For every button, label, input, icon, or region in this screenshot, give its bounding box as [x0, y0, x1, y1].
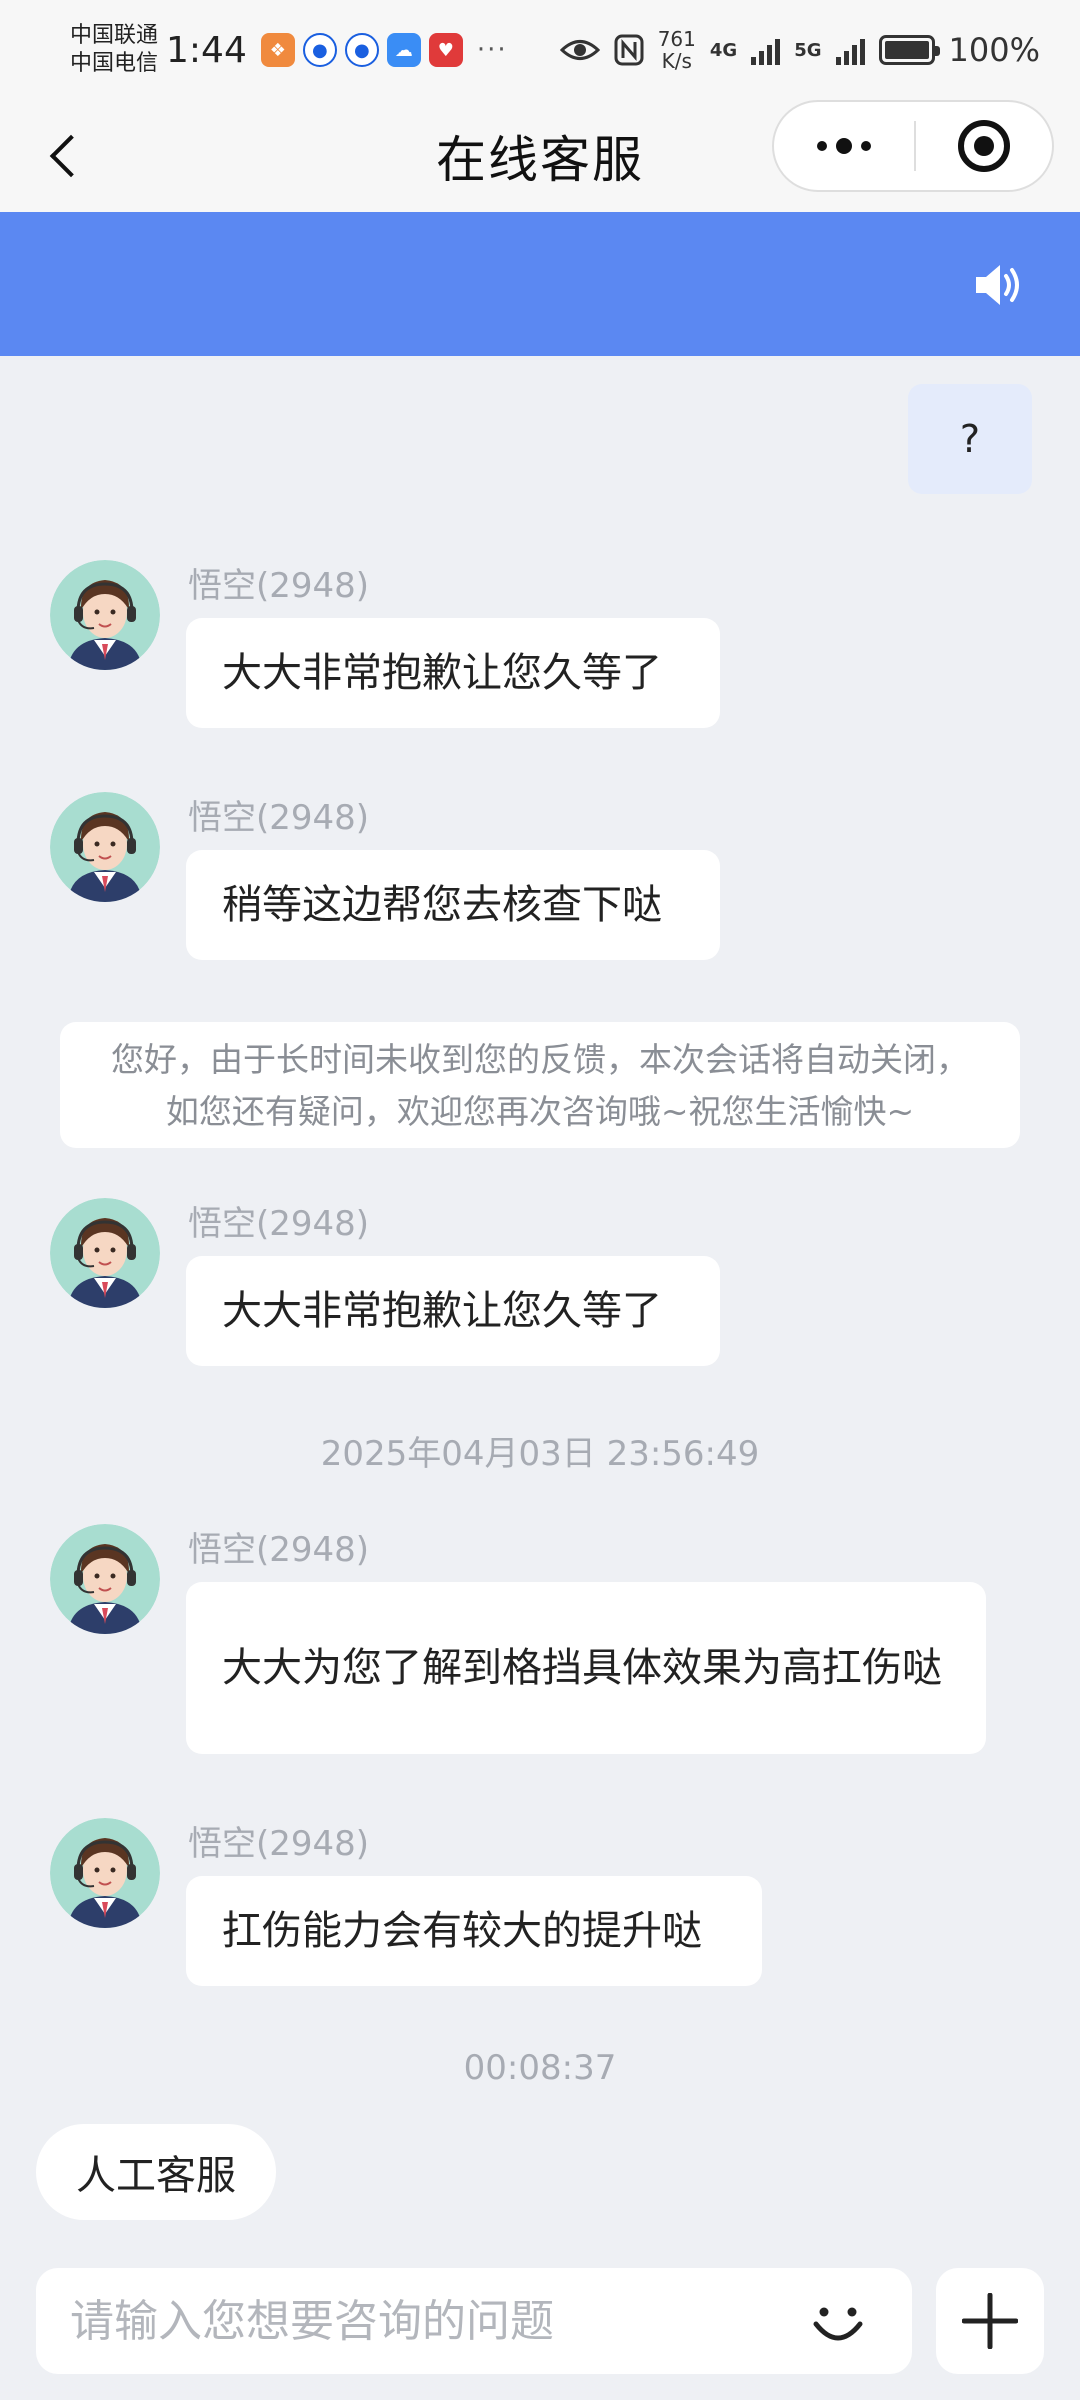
agent-message-bubble: 扛伤能力会有较大的提升哒: [186, 1876, 762, 1986]
emoji-icon[interactable]: [808, 2292, 868, 2352]
more-options-button[interactable]: [774, 102, 914, 190]
agent-name: 悟空(2948): [188, 798, 370, 838]
back-button[interactable]: [36, 124, 96, 188]
mini-program-capsule: [772, 100, 1054, 192]
message-input[interactable]: [70, 2268, 790, 2374]
speaker-icon[interactable]: [974, 262, 1024, 308]
plus-icon: [962, 2293, 1018, 2349]
header-banner: [0, 212, 1080, 356]
agent-avatar: [50, 560, 160, 670]
speed-unit: K/s: [661, 49, 692, 73]
human-agent-button[interactable]: 人工客服: [36, 2124, 276, 2220]
nfc-icon: [614, 34, 644, 66]
status-more: ···: [476, 35, 508, 65]
cloud-app-icon: ☁: [386, 33, 421, 67]
blue-app-icon-2: ●: [344, 33, 379, 67]
chat-timestamp: 00:08:37: [463, 2048, 617, 2088]
chat-timestamp: 2025年04月03日 23:56:49: [320, 1434, 760, 1474]
message-input-box: [36, 2268, 912, 2374]
carrier-1: 中国联通: [70, 23, 159, 48]
agent-name: 悟空(2948): [188, 566, 370, 606]
close-mini-program-button[interactable]: [916, 102, 1052, 190]
red-app-icon: ♥: [428, 33, 463, 67]
agent-name: 悟空(2948): [188, 1530, 370, 1570]
battery-icon: [878, 35, 940, 65]
target-icon: [958, 120, 1010, 172]
agent-avatar: [50, 792, 160, 902]
network-speed: 761 K/s: [658, 28, 696, 72]
agent-name: 悟空(2948): [188, 1204, 370, 1244]
nav-bar: 在线客服: [0, 100, 1080, 212]
blue-app-icon-1: ●: [302, 33, 337, 67]
status-bar: 中国联通 中国电信 1:44 ❖ ● ● ☁ ♥ ··· 761 K/s 4G …: [0, 0, 1080, 100]
carrier-info: 中国联通 中国电信: [70, 22, 158, 78]
status-time: 1:44: [166, 29, 247, 71]
agent-avatar: [50, 1198, 160, 1308]
network-type-1: 4G: [709, 39, 738, 61]
agent-message-bubble: 大大为您了解到格挡具体效果为高扛伤哒: [186, 1582, 986, 1754]
agent-message-bubble: 大大非常抱歉让您久等了: [186, 618, 720, 728]
network-type-2: 5G: [794, 39, 822, 61]
add-attachment-button[interactable]: [936, 2268, 1044, 2374]
user-message-bubble: ?: [908, 384, 1032, 494]
signal-icon-2: [835, 35, 865, 65]
page-title: 在线客服: [436, 131, 644, 189]
battery-percent: 100%: [948, 31, 1040, 69]
session-closed-notice: 您好，由于长时间未收到您的反馈，本次会话将自动关闭，如您还有疑问，欢迎您再次咨询…: [60, 1022, 1020, 1148]
status-right: 761 K/s 4G 5G 100%: [559, 28, 1040, 72]
eye-icon: [559, 40, 600, 60]
agent-avatar: [50, 1524, 160, 1634]
agent-name: 悟空(2948): [188, 1824, 370, 1864]
battery-fill: [884, 41, 929, 59]
carrier-2: 中国电信: [70, 51, 159, 76]
agent-message-bubble: 大大非常抱歉让您久等了: [186, 1256, 720, 1366]
agent-message-bubble: 稍等这边帮您去核查下哒: [186, 850, 720, 960]
agent-avatar: [50, 1818, 160, 1928]
wallet-app-icon: ❖: [260, 33, 295, 67]
speed-value: 761: [657, 27, 696, 51]
signal-icon-1: [751, 35, 781, 65]
